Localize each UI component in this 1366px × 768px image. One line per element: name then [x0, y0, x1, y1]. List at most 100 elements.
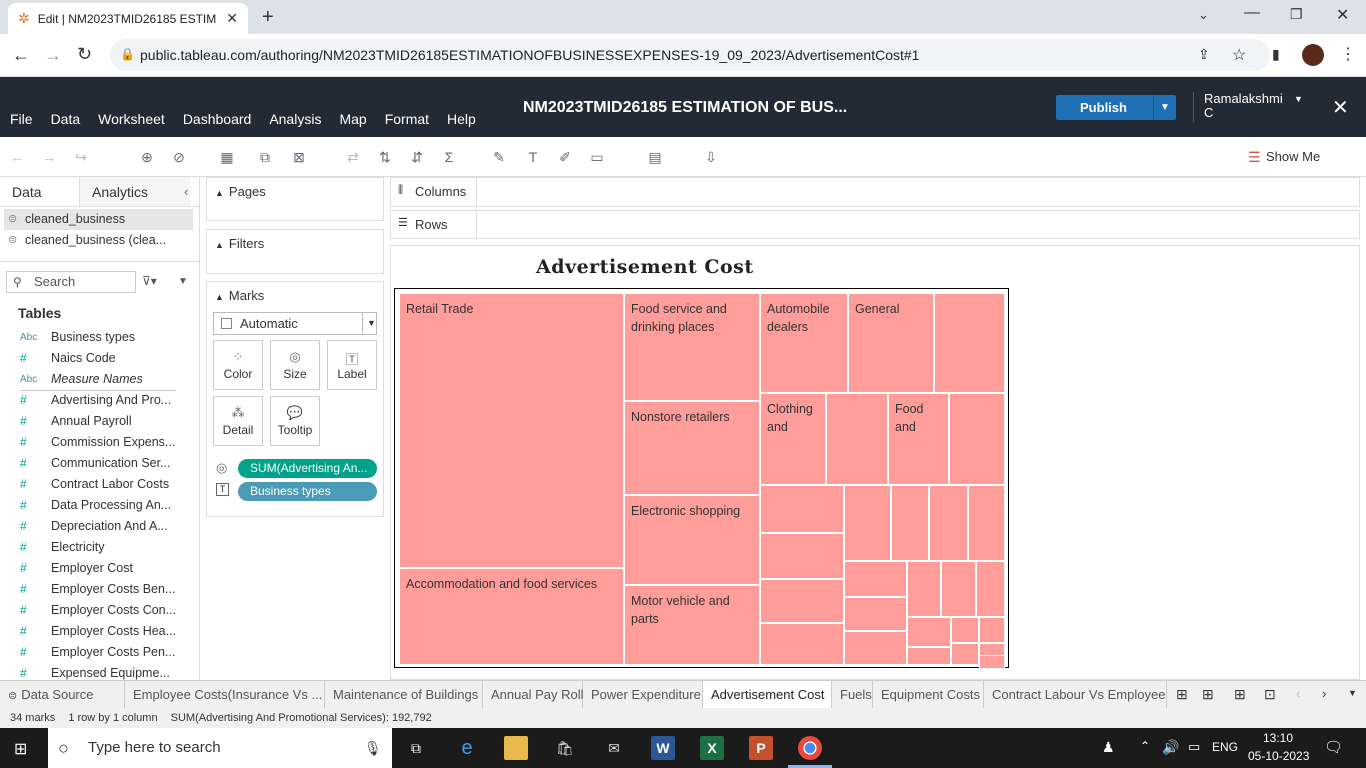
field-item[interactable]: # Contract Labor Costs [0, 474, 200, 495]
treemap-mark[interactable] [844, 631, 907, 665]
measure-pill[interactable]: SUM(Advertising An... [238, 459, 377, 478]
tab-search-icon[interactable]: ⌄ [1198, 7, 1209, 23]
field-item[interactable]: # Employer Costs Hea... [0, 621, 200, 642]
sheet-tab[interactable]: Employee Costs(Insurance Vs ... [125, 681, 325, 709]
treemap-mark[interactable] [968, 485, 1005, 561]
menu-dashboard[interactable]: Dashboard [183, 111, 252, 127]
restore-icon[interactable]: ❐ [1290, 6, 1303, 23]
browser-tab[interactable]: ✲ Edit | NM2023TMID26185 ESTIM ✕ [8, 3, 248, 34]
treemap-mark[interactable]: Motor vehicle and parts [624, 585, 760, 665]
treemap-mark[interactable] [907, 561, 941, 617]
format-icon[interactable]: ✐ [556, 149, 574, 165]
scroll-right-icon[interactable]: › [1322, 686, 1326, 701]
new-story-icon[interactable]: ⊞ [1234, 686, 1246, 703]
field-item[interactable]: Abc Business types [0, 327, 200, 348]
field-item[interactable]: # Depreciation And A... [0, 516, 200, 537]
treemap-mark[interactable] [949, 393, 1005, 485]
sort-descending-icon[interactable]: ⇵ [408, 149, 426, 165]
close-editor-icon[interactable]: ✕ [1332, 95, 1349, 120]
datasource-item[interactable]: ⊜ cleaned_business (clea... [4, 230, 199, 251]
rows-shelf[interactable]: ☰ Rows [390, 210, 1360, 239]
close-tab-icon[interactable]: ✕ [226, 10, 238, 27]
sidepanel-icon[interactable]: ▮ [1272, 46, 1280, 63]
menu-analysis[interactable]: Analysis [269, 111, 321, 127]
marks-size-button[interactable]: ◎ Size [270, 340, 320, 390]
sheet-tab[interactable]: Advertisement Cost [703, 681, 832, 709]
clock-time[interactable]: 13:10 [1263, 731, 1293, 745]
marks-tooltip-button[interactable]: 💬 Tooltip [270, 396, 320, 446]
new-worksheet-icon[interactable]: ▦ [218, 149, 236, 165]
treemap-mark[interactable]: Retail Trade [399, 293, 624, 568]
treemap-mark[interactable] [934, 293, 1005, 393]
back-icon[interactable]: ← [12, 45, 30, 66]
treemap-mark[interactable] [951, 643, 979, 665]
field-item[interactable]: # Employer Costs Pen... [0, 642, 200, 663]
treemap-mark[interactable] [844, 485, 891, 561]
dimension-pill[interactable]: Business types [238, 482, 377, 501]
new-story2-icon[interactable]: ⊡ [1264, 686, 1276, 703]
field-item[interactable]: # Communication Ser... [0, 453, 200, 474]
search-input[interactable]: ⚲ Search [6, 271, 136, 293]
menu-worksheet[interactable]: Worksheet [98, 111, 165, 127]
new-tab-icon[interactable]: + [262, 6, 274, 29]
mail-icon[interactable]: ✉ [602, 736, 626, 760]
new-datasource-icon[interactable]: ⊕ [138, 149, 156, 165]
presentation-icon[interactable]: ▤ [646, 149, 664, 165]
treemap-mark[interactable] [760, 579, 844, 623]
powerpoint-icon[interactable]: P [749, 736, 773, 760]
treemap-mark[interactable] [929, 485, 968, 561]
sheet-tab[interactable]: Fuels [832, 681, 873, 709]
treemap-mark[interactable] [951, 617, 979, 643]
menu-format[interactable]: Format [385, 111, 429, 127]
treemap-mark[interactable] [760, 623, 844, 665]
url-field[interactable]: 🔒 public.tableau.com/authoring/NM2023TMI… [110, 39, 1270, 71]
pane-menu-icon[interactable]: ▼ [178, 276, 188, 287]
pause-updates-icon[interactable]: ⊘ [170, 149, 188, 165]
undo-icon[interactable]: ← [8, 149, 26, 165]
treemap-mark[interactable] [979, 617, 1005, 643]
field-item[interactable]: Abc Measure Names [0, 369, 200, 390]
scroll-left-icon[interactable]: ‹ [1296, 686, 1300, 701]
data-source-tab[interactable]: ⊜ Data Source [0, 681, 125, 709]
share-icon[interactable]: ⇪ [1198, 46, 1210, 63]
treemap-mark[interactable] [907, 617, 951, 647]
sheet-tab[interactable]: Equipment Costs [873, 681, 984, 709]
duplicate-sheet-icon[interactable]: ⧉ [256, 149, 274, 165]
treemap-mark[interactable]: Automobile dealers [760, 293, 848, 393]
menu-map[interactable]: Map [339, 111, 366, 127]
treemap-mark[interactable] [844, 561, 907, 597]
bookmark-star-icon[interactable]: ☆ [1232, 45, 1246, 65]
treemap-mark[interactable] [891, 485, 929, 561]
sheet-tab[interactable]: Maintenance of Buildings [325, 681, 483, 709]
language-indicator[interactable]: ENG [1212, 740, 1238, 754]
store-icon[interactable]: 🛍 [553, 736, 577, 760]
menu-file[interactable]: File [10, 111, 33, 127]
treemap-mark[interactable] [844, 597, 907, 631]
treemap-mark[interactable]: Food service and drinking places [624, 293, 760, 401]
treemap-mark[interactable]: General [848, 293, 934, 393]
sheet-tab[interactable]: Contract Labour Vs Employee [984, 681, 1167, 709]
taskbar-search[interactable]: ○ Type here to search 🎙 [48, 728, 392, 768]
more-menu-icon[interactable]: ⋮ [1340, 44, 1356, 64]
marks-label-button[interactable]: 🅃 Label [327, 340, 377, 390]
treemap-mark[interactable] [760, 485, 844, 533]
user-dropdown-icon[interactable]: ▼ [1294, 92, 1303, 106]
task-view-icon[interactable]: ⧉ [404, 736, 428, 760]
mark-type-select[interactable]: Automatic ▼ [213, 312, 377, 335]
swap-icon[interactable]: ⇄ [344, 149, 362, 165]
collapse-pane-icon[interactable]: ‹ [184, 184, 188, 199]
tab-data[interactable]: Data [0, 177, 80, 206]
treemap-mark[interactable]: Accommodation and food services [399, 568, 624, 665]
treemap-mark[interactable] [979, 655, 1005, 669]
replay-icon[interactable]: ↪ [72, 149, 90, 165]
menu-data[interactable]: Data [51, 111, 81, 127]
totals-icon[interactable]: Σ [440, 149, 458, 165]
field-item[interactable]: # Commission Expens... [0, 432, 200, 453]
field-item[interactable]: # Employer Costs Con... [0, 600, 200, 621]
redo-icon[interactable]: → [40, 149, 58, 165]
marks-color-button[interactable]: ⁘ Color [213, 340, 263, 390]
people-icon[interactable]: ♟ [1102, 739, 1115, 756]
minimize-icon[interactable]: — [1244, 4, 1260, 22]
treemap-mark[interactable]: Food and [888, 393, 949, 485]
treemap-mark[interactable]: Electronic shopping [624, 495, 760, 585]
